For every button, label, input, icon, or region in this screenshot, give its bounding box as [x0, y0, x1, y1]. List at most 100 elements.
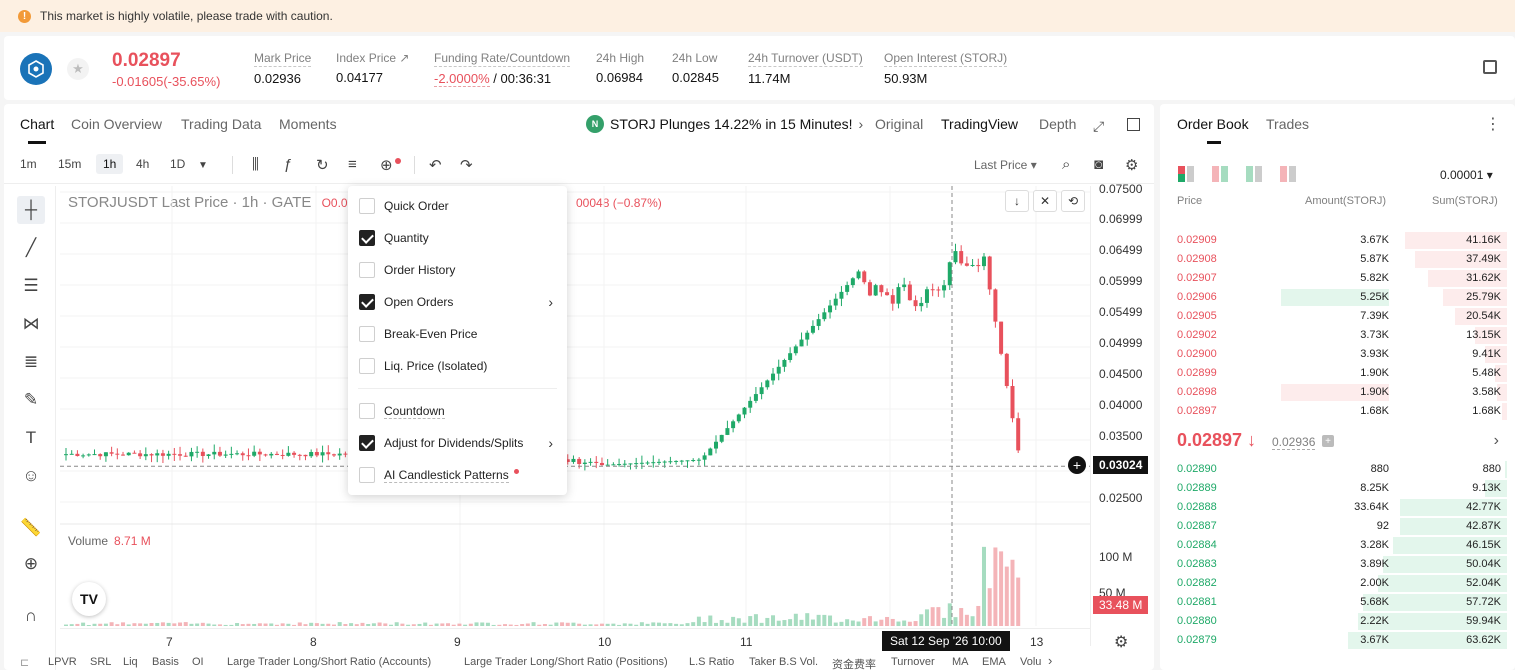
bid-row[interactable]: 0.02881 5.68K 57.72K — [1160, 593, 1515, 612]
news-ticker[interactable]: N STORJ Plunges 14.22% in 15 Minutes! › — [586, 115, 863, 133]
bids-view-icon[interactable] — [1246, 166, 1262, 182]
magnet-tool-icon[interactable]: ∩ — [17, 602, 45, 630]
ask-row[interactable]: 0.02909 3.67K 41.16K — [1160, 231, 1515, 250]
menu-item-open-orders[interactable]: Open Orders › — [348, 286, 567, 318]
checkbox[interactable] — [359, 326, 375, 342]
gear-icon[interactable]: ⚙ — [1125, 156, 1138, 174]
template-icon[interactable]: ≡ — [348, 156, 357, 173]
candlestick-chart[interactable] — [60, 186, 1090, 626]
pattern-tool-icon[interactable]: ⋈ — [17, 310, 45, 338]
ask-row[interactable]: 0.02908 5.87K 37.49K — [1160, 250, 1515, 269]
bid-row[interactable]: 0.02882 2.00K 52.04K — [1160, 574, 1515, 593]
text-tool-icon[interactable]: T — [17, 424, 45, 452]
checkbox[interactable] — [359, 230, 375, 246]
brush-tool-icon[interactable]: ✎ — [17, 386, 45, 414]
menu-item-countdown[interactable]: Countdown — [348, 395, 567, 427]
tab-moments[interactable]: Moments — [279, 116, 337, 132]
tab-trades[interactable]: Trades — [1266, 116, 1309, 132]
fib-tool-icon[interactable]: ≣ — [17, 348, 45, 376]
expand-icon[interactable]: ⤢ — [1093, 118, 1104, 135]
both-sides-view-icon[interactable] — [1178, 166, 1194, 182]
bid-row[interactable]: 0.02890 880 880 — [1160, 460, 1515, 479]
bid-row[interactable]: 0.02887 92 42.87K — [1160, 517, 1515, 536]
tab-coin-overview[interactable]: Coin Overview — [71, 116, 162, 132]
tab-tradingview[interactable]: TradingView — [941, 116, 1018, 132]
bid-row[interactable]: 0.02880 2.22K 59.94K — [1160, 612, 1515, 631]
bid-row[interactable]: 0.02889 8.25K 9.13K — [1160, 479, 1515, 498]
price-type-select[interactable]: Last Price ▾ — [974, 158, 1037, 172]
checkbox[interactable] — [359, 358, 375, 374]
tradingview-logo[interactable]: TV — [72, 582, 106, 616]
menu-item-break-even-price[interactable]: Break-Even Price — [348, 318, 567, 350]
menu-item-order-history[interactable]: Order History — [348, 254, 567, 286]
tab-chart[interactable]: Chart — [20, 116, 54, 144]
volume-bar — [229, 624, 234, 626]
menu-item-ai-candlestick[interactable]: AI Candlestick Patterns — [348, 459, 567, 491]
ask-row[interactable]: 0.02906 5.25K 25.79K — [1160, 288, 1515, 307]
scroll-down-icon[interactable]: ↓ — [1005, 190, 1029, 212]
news-text[interactable]: STORJ Plunges 14.22% in 15 Minutes! — [610, 116, 853, 132]
checkbox[interactable] — [359, 403, 375, 419]
chevron-right-icon[interactable]: › — [1494, 432, 1499, 450]
mixed-view-icon[interactable] — [1212, 166, 1228, 182]
tab-original[interactable]: Original — [875, 116, 923, 132]
camera-icon[interactable]: ◙ — [1094, 156, 1103, 173]
ask-row[interactable]: 0.02900 3.93K 9.41K — [1160, 345, 1515, 364]
menu-item-liq-price[interactable]: Liq. Price (Isolated) — [348, 350, 567, 382]
search-icon[interactable]: ⌕ — [1062, 156, 1070, 173]
redo-icon[interactable]: ↷ — [460, 156, 473, 174]
checkbox[interactable] — [359, 198, 375, 214]
bid-row[interactable]: 0.02883 3.89K 50.04K — [1160, 555, 1515, 574]
zoom-tool-icon[interactable]: ⊕ — [17, 550, 45, 578]
ask-row[interactable]: 0.02902 3.73K 13.15K — [1160, 326, 1515, 345]
bid-row[interactable]: 0.02879 3.67K 63.62K — [1160, 631, 1515, 650]
tab-order-book[interactable]: Order Book — [1177, 116, 1249, 144]
crosshair-tool-icon[interactable]: ┼ — [17, 196, 45, 224]
timeframe-4h[interactable]: 4h — [136, 157, 149, 171]
timeframe-1m[interactable]: 1m — [20, 157, 37, 171]
favorite-star-icon[interactable]: ★ — [67, 58, 89, 80]
collapse-icon[interactable]: ✕ — [1033, 190, 1057, 212]
more-options-icon[interactable]: ⋮ — [1485, 114, 1501, 134]
book-icon[interactable] — [1483, 60, 1497, 74]
bid-row[interactable]: 0.02884 3.28K 46.15K — [1160, 536, 1515, 555]
checkbox[interactable] — [359, 467, 375, 483]
horizontal-lines-tool-icon[interactable]: ☰ — [17, 272, 45, 300]
chart-settings-icon[interactable]: ⚙ — [1114, 632, 1128, 652]
candle-type-icon[interactable]: ⫼ — [252, 156, 259, 173]
ask-row[interactable]: 0.02907 5.82K 31.62K — [1160, 269, 1515, 288]
timeframe-15m[interactable]: 15m — [58, 157, 81, 171]
chevron-right-icon[interactable]: › — [1048, 653, 1052, 668]
checkbox[interactable] — [359, 435, 375, 451]
ask-row[interactable]: 0.02898 1.90K 3.58K — [1160, 383, 1515, 402]
fullscreen-icon[interactable] — [1127, 118, 1140, 131]
timeframe-1h[interactable]: 1h — [96, 154, 124, 174]
ask-row[interactable]: 0.02905 7.39K 20.54K — [1160, 307, 1515, 326]
timeframe-1d[interactable]: 1D — [170, 157, 185, 171]
candle-body — [999, 321, 1004, 354]
bid-row[interactable]: 0.02888 33.64K 42.77K — [1160, 498, 1515, 517]
tab-trading-data[interactable]: Trading Data — [181, 116, 261, 132]
menu-item-quick-order[interactable]: Quick Order — [348, 190, 567, 222]
ask-row[interactable]: 0.02899 1.90K 5.48K — [1160, 364, 1515, 383]
menu-item-adjust-dividends[interactable]: Adjust for Dividends/Splits › — [348, 427, 567, 459]
reset-view-icon[interactable]: ⟲ — [1061, 190, 1085, 212]
trendline-tool-icon[interactable]: ╱ — [17, 234, 45, 262]
timeframe-dropdown-icon[interactable]: ▼ — [198, 160, 208, 171]
checkbox[interactable] — [359, 294, 375, 310]
undo-icon[interactable]: ↶ — [429, 156, 442, 174]
asks-view-icon[interactable] — [1280, 166, 1296, 182]
ask-row[interactable]: 0.02897 1.68K 1.68K — [1160, 402, 1515, 421]
checkbox[interactable] — [359, 262, 375, 278]
add-alert-icon[interactable]: + — [1068, 456, 1086, 474]
indicator-icon[interactable]: ƒ — [284, 156, 292, 173]
refresh-icon[interactable]: ↻ — [316, 156, 329, 174]
settings-plus-icon[interactable]: ⊕ — [380, 156, 393, 174]
precision-select[interactable]: 0.00001 ▾ — [1440, 168, 1493, 182]
tab-depth[interactable]: Depth — [1039, 116, 1076, 132]
ruler-tool-icon[interactable]: 📏 — [17, 514, 45, 542]
menu-item-quantity[interactable]: Quantity — [348, 222, 567, 254]
info-plus-icon[interactable]: + — [1322, 435, 1334, 447]
emoji-tool-icon[interactable]: ☺ — [17, 462, 45, 490]
index-price-stat[interactable]: Index Price ↗ 0.04177 — [336, 51, 409, 85]
